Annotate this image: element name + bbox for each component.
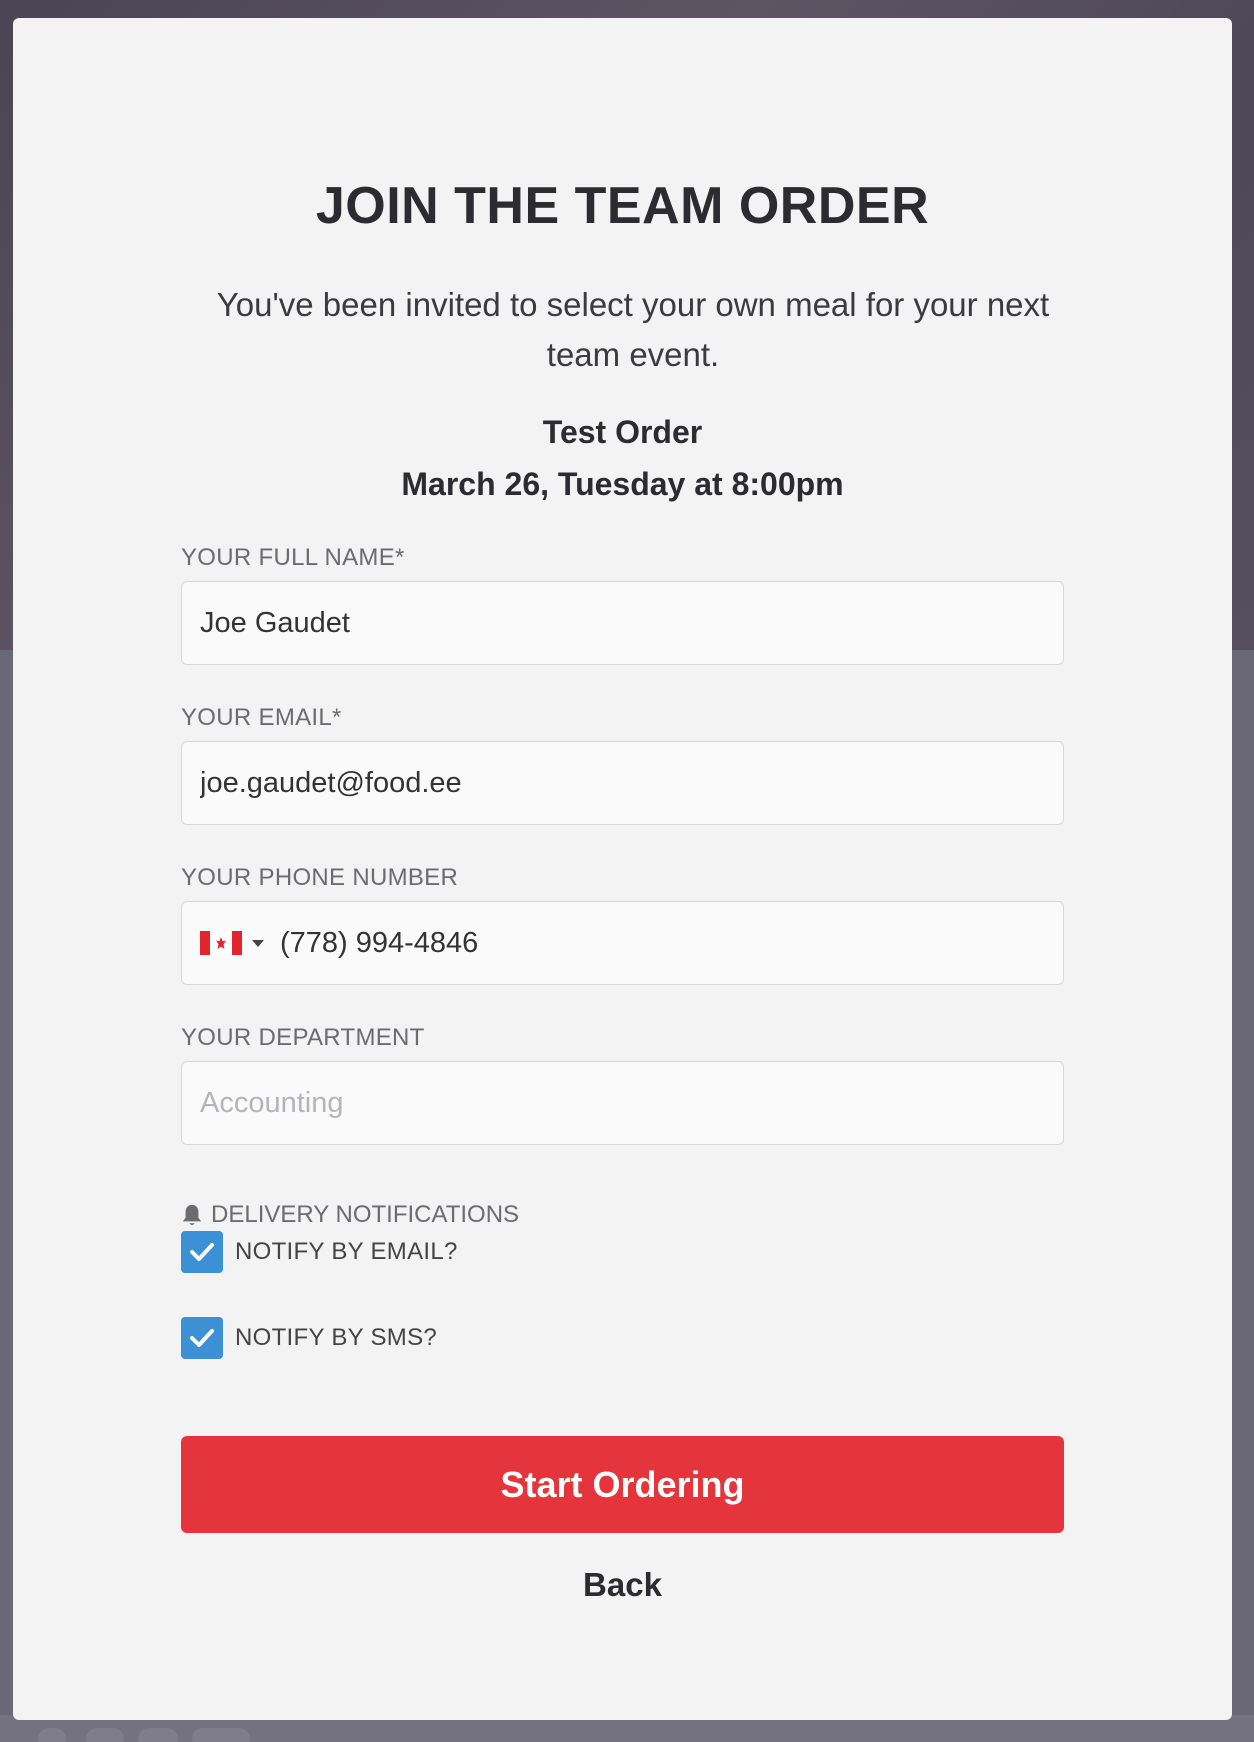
chevron-down-icon[interactable] xyxy=(252,939,264,947)
background-chip xyxy=(86,1728,124,1742)
bell-icon xyxy=(182,1204,202,1226)
background-chip xyxy=(138,1728,178,1742)
email-label: YOUR EMAIL* xyxy=(181,704,342,731)
department-label: YOUR DEPARTMENT xyxy=(181,1024,425,1051)
modal-title: JOIN THE TEAM ORDER xyxy=(315,177,930,235)
notify-sms-label: NOTIFY BY SMS? xyxy=(235,1324,438,1351)
email-input[interactable] xyxy=(181,741,1064,825)
phone-field: (778) 994-4846 xyxy=(181,901,1064,985)
phone-label: YOUR PHONE NUMBER xyxy=(181,864,459,891)
start-ordering-button[interactable]: Start Ordering xyxy=(181,1436,1064,1533)
notify-email-label: NOTIFY BY EMAIL? xyxy=(235,1238,458,1265)
order-date: March 26, Tuesday at 8:00pm xyxy=(401,466,844,502)
notify-email-row[interactable]: NOTIFY BY EMAIL? xyxy=(181,1231,458,1273)
checkmark-icon xyxy=(190,1243,214,1261)
checkmark-icon xyxy=(190,1329,214,1347)
delivery-notifications-header: DELIVERY NOTIFICATIONS xyxy=(181,1201,519,1229)
notify-email-checkbox[interactable] xyxy=(181,1231,223,1273)
back-link[interactable]: Back xyxy=(13,1566,1232,1604)
background-chip xyxy=(192,1728,250,1742)
department-input[interactable] xyxy=(181,1061,1064,1145)
full-name-input[interactable] xyxy=(181,581,1064,665)
full-name-label: YOUR FULL NAME* xyxy=(181,544,405,571)
modal-intro: You've been invited to select your own m… xyxy=(216,286,1050,373)
notify-sms-row[interactable]: NOTIFY BY SMS? xyxy=(181,1317,437,1359)
canada-flag-icon[interactable] xyxy=(200,931,242,955)
delivery-notifications-label: DELIVERY NOTIFICATIONS xyxy=(211,1201,520,1228)
notify-sms-checkbox[interactable] xyxy=(181,1317,223,1359)
phone-input[interactable]: (778) 994-4846 xyxy=(280,927,478,960)
background-chip xyxy=(38,1728,66,1742)
order-name: Test Order xyxy=(542,414,703,450)
join-team-order-modal: JOIN THE TEAM ORDER You've been invited … xyxy=(13,18,1232,1720)
